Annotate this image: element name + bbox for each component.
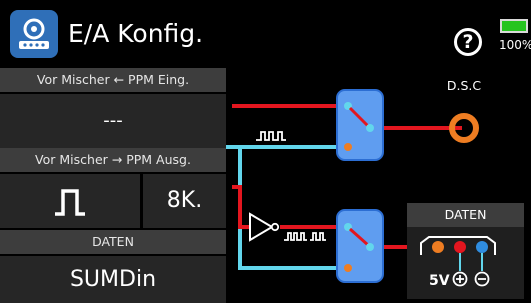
inverted-pulse-glyph-a [284, 232, 307, 241]
cyan-wire-lower [238, 147, 348, 270]
data-port-connector: 5V [420, 236, 496, 289]
data-port-label: DATEN [407, 203, 524, 227]
ppm-pulse-glyph [256, 131, 286, 141]
switch-block-1 [336, 89, 384, 161]
screen: E/A Konfig. Vor Mischer ← PPM Eing. --- … [0, 0, 531, 303]
inverted-pulse-glyph-b [310, 232, 326, 241]
voltage-label: 5V [429, 273, 450, 289]
inverter-icon [249, 212, 274, 242]
switch-block-2 [336, 209, 384, 283]
data-port-box: DATEN 5V [407, 203, 524, 299]
